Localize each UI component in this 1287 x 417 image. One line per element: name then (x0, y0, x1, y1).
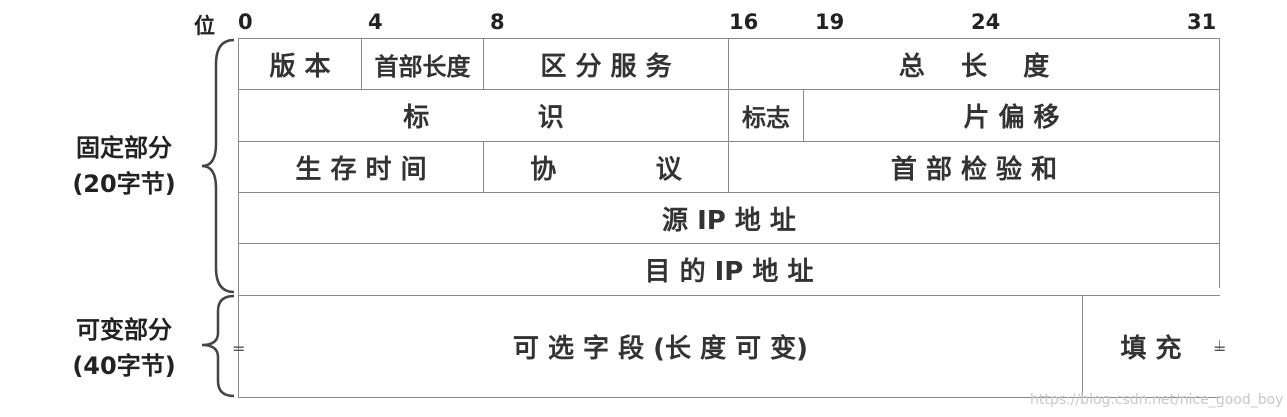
field-options: 可 选 字 段 (长 度 可 变) (512, 334, 809, 364)
variable-part-title: 可变部分 (76, 316, 172, 344)
field-version: 版 本 (269, 51, 331, 82)
fixed-part-title: 固定部分 (76, 134, 172, 162)
field-differentiated-services: 区 分 服 务 (540, 51, 672, 82)
fixed-part-size: (20字节) (72, 170, 176, 198)
field-fragment-offset: 片 偏 移 (963, 103, 1060, 133)
brace-fixed-part (201, 38, 235, 294)
field-flags: 标志 (742, 104, 790, 132)
field-protocol: 协 议 (530, 154, 682, 185)
variable-part-size: (40字节) (72, 352, 176, 380)
bit-position-4: 4 (368, 10, 383, 34)
field-source-ip: 源 IP 地 址 (662, 205, 796, 236)
field-padding: 填 充 (1120, 334, 1182, 364)
variable-part-label: 可变部分 (40字节) (54, 312, 194, 384)
field-header-checksum: 首 部 检 验 和 (890, 154, 1058, 185)
bit-position-24: 24 (971, 10, 1001, 34)
watermark: https://blog.csdn.net/nice_good_boy (1030, 392, 1284, 408)
fixed-part-label: 固定部分 (20字节) (54, 130, 194, 202)
break-marker-right: = (1213, 339, 1227, 358)
field-total-length: 总 长 度 (898, 51, 1050, 82)
bit-position-0: 0 (238, 10, 253, 34)
bit-position-19: 19 (815, 10, 845, 34)
field-destination-ip: 目 的 IP 地 址 (644, 257, 814, 287)
field-header-length: 首部长度 (374, 52, 471, 81)
field-time-to-live: 生 存 时 间 (295, 154, 427, 185)
bit-position-31: 31 (1187, 10, 1217, 34)
bit-position-8: 8 (490, 10, 505, 34)
field-identification: 标 识 (403, 103, 564, 133)
brace-variable-part (201, 294, 235, 398)
bit-position-16: 16 (729, 10, 759, 34)
